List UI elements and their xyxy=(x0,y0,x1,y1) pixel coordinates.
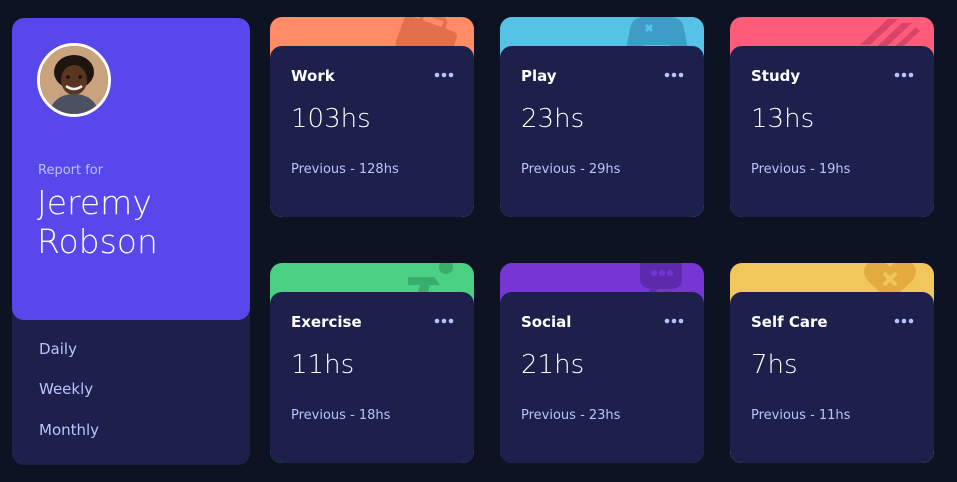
activity-card-self-care: Self Care 7hs Previous - 11hs xyxy=(730,263,934,463)
card-body: Self Care 7hs Previous - 11hs xyxy=(730,292,934,463)
current-hours: 11hs xyxy=(291,350,355,380)
previous-hours: Previous - 128hs xyxy=(291,162,399,177)
more-options-icon[interactable] xyxy=(434,68,454,82)
activity-card-exercise: Exercise 11hs Previous - 18hs xyxy=(270,263,474,463)
activity-card-play: Play 23hs Previous - 29hs xyxy=(500,17,704,217)
previous-hours: Previous - 29hs xyxy=(521,162,621,177)
more-options-icon[interactable] xyxy=(664,314,684,328)
avatar-photo-icon xyxy=(40,46,108,114)
more-options-icon[interactable] xyxy=(434,314,454,328)
current-hours: 23hs xyxy=(521,104,585,134)
activity-title: Play xyxy=(521,67,557,85)
more-options-icon[interactable] xyxy=(894,314,914,328)
activity-title: Work xyxy=(291,67,335,85)
previous-hours: Previous - 11hs xyxy=(751,408,851,423)
period-monthly[interactable]: Monthly xyxy=(39,421,99,439)
current-hours: 13hs xyxy=(751,104,815,134)
activity-card-social: Social 21hs Previous - 23hs xyxy=(500,263,704,463)
avatar xyxy=(37,43,111,117)
previous-hours: Previous - 23hs xyxy=(521,408,621,423)
activity-title: Exercise xyxy=(291,313,362,331)
activity-title: Study xyxy=(751,67,801,85)
activity-title: Self Care xyxy=(751,313,828,331)
card-body: Exercise 11hs Previous - 18hs xyxy=(270,292,474,463)
current-hours: 21hs xyxy=(521,350,585,380)
card-body: Work 103hs Previous - 128hs xyxy=(270,46,474,217)
activity-card-work: Work 103hs Previous - 128hs xyxy=(270,17,474,217)
report-for-label: Report for xyxy=(38,163,104,178)
previous-hours: Previous - 18hs xyxy=(291,408,391,423)
current-hours: 7hs xyxy=(751,350,798,380)
more-options-icon[interactable] xyxy=(664,68,684,82)
user-name: Jeremy Robson xyxy=(37,183,158,261)
activity-card-study: Study 13hs Previous - 19hs xyxy=(730,17,934,217)
period-daily[interactable]: Daily xyxy=(39,340,77,358)
current-hours: 103hs xyxy=(291,104,371,134)
period-weekly[interactable]: Weekly xyxy=(39,380,93,398)
profile-header: Report for Jeremy Robson xyxy=(12,18,250,320)
card-body: Social 21hs Previous - 23hs xyxy=(500,292,704,463)
card-body: Study 13hs Previous - 19hs xyxy=(730,46,934,217)
profile-card: Report for Jeremy Robson Daily Weekly Mo… xyxy=(12,18,250,465)
card-body: Play 23hs Previous - 29hs xyxy=(500,46,704,217)
activity-title: Social xyxy=(521,313,572,331)
more-options-icon[interactable] xyxy=(894,68,914,82)
previous-hours: Previous - 19hs xyxy=(751,162,851,177)
